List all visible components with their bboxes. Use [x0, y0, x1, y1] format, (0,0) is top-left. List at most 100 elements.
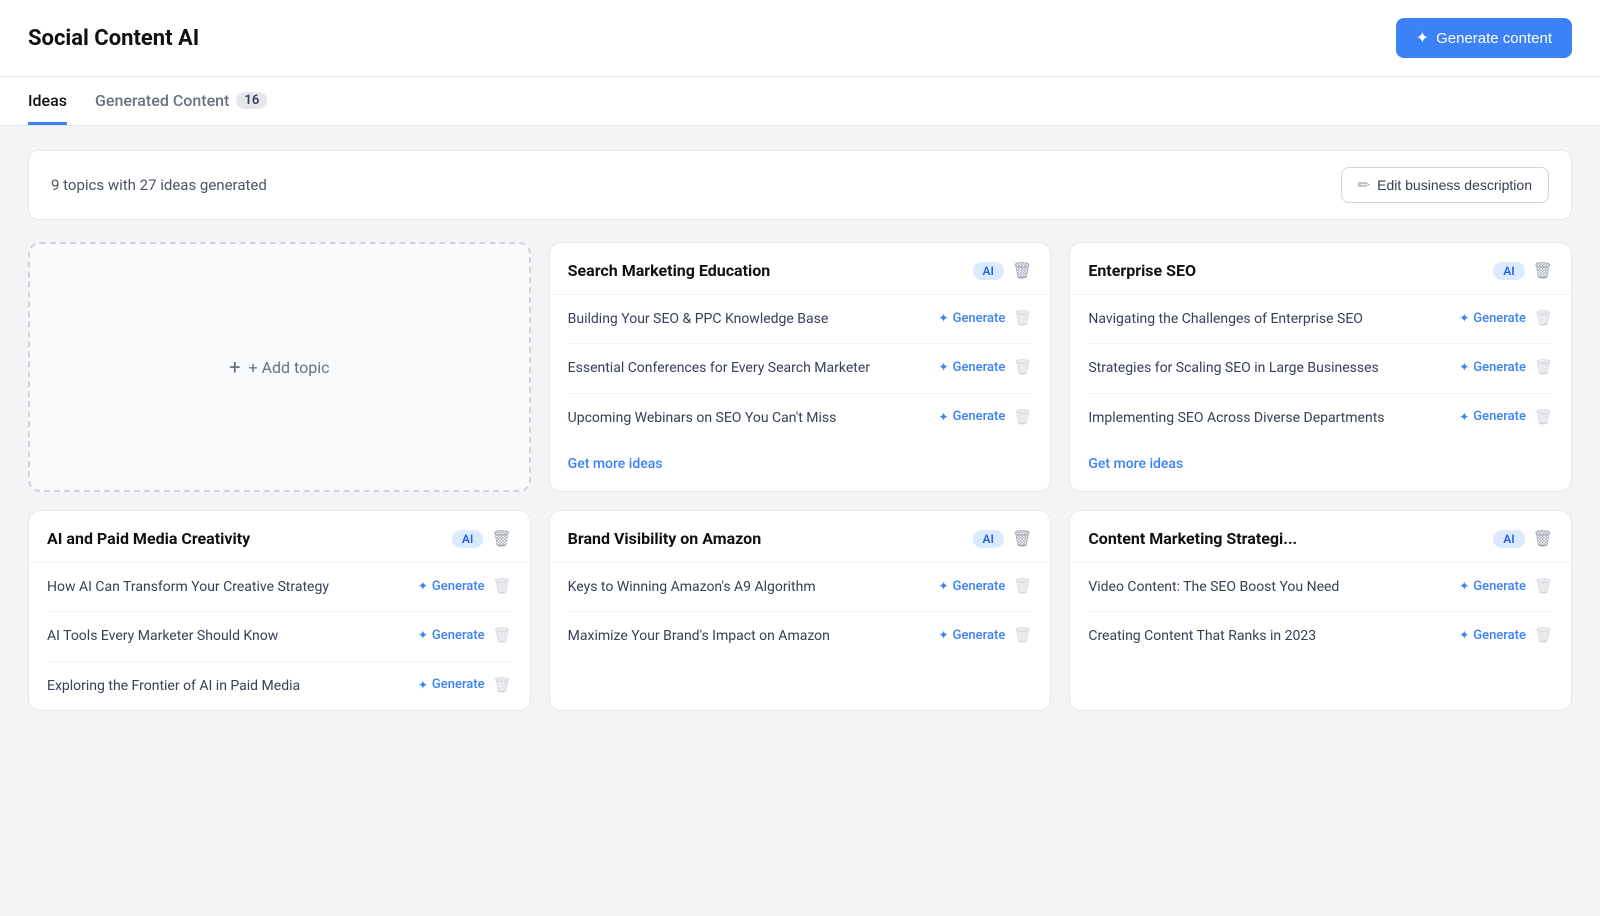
card-ai-paid-media: AI and Paid Media Creativity AI 🗑 How AI… — [28, 510, 531, 711]
generate-button[interactable]: ✦ Generate — [1459, 311, 1526, 326]
generate-content-button[interactable]: ✦ Generate content — [1396, 18, 1572, 58]
item-actions: ✦ Generate 🗑 — [939, 577, 1033, 595]
item-text: Maximize Your Brand's Impact on Amazon — [568, 626, 929, 646]
card-search-marketing-title: Search Marketing Education — [568, 261, 973, 280]
ai-badge: AI — [973, 530, 1004, 548]
tab-generated[interactable]: Generated Content 16 — [95, 77, 267, 125]
spark-icon: ✦ — [418, 579, 428, 593]
item-actions: ✦ Generate 🗑 — [1459, 626, 1553, 644]
delete-item-icon[interactable]: 🗑 — [1534, 358, 1553, 376]
item-actions: ✦ Generate 🗑 — [418, 676, 512, 694]
edit-business-description-button[interactable]: ✏ Edit business description — [1341, 167, 1549, 203]
item-text: AI Tools Every Marketer Should Know — [47, 626, 408, 646]
cards-grid: + + Add topic Search Marketing Education… — [28, 242, 1572, 711]
generate-button[interactable]: ✦ Generate — [939, 311, 1006, 326]
item-text: Keys to Winning Amazon's A9 Algorithm — [568, 577, 929, 597]
spark-icon: ✦ — [1416, 28, 1429, 48]
delete-card-icon[interactable]: 🗑 — [1533, 261, 1553, 280]
delete-item-icon[interactable]: 🗑 — [1534, 626, 1553, 644]
card-search-marketing: Search Marketing Education AI 🗑 Building… — [549, 242, 1052, 492]
add-topic-text: + Add topic — [249, 358, 330, 377]
delete-item-icon[interactable]: 🗑 — [1013, 408, 1032, 426]
generate-button[interactable]: ✦ Generate — [939, 579, 1006, 594]
spark-icon: ✦ — [939, 628, 949, 642]
list-item: Creating Content That Ranks in 2023 ✦ Ge… — [1088, 612, 1553, 660]
delete-item-icon[interactable]: 🗑 — [493, 577, 512, 595]
spark-icon: ✦ — [939, 579, 949, 593]
delete-card-icon[interactable]: 🗑 — [1012, 261, 1032, 280]
get-more-ideas-button[interactable]: Get more ideas — [550, 442, 1051, 490]
list-item: Navigating the Challenges of Enterprise … — [1088, 295, 1553, 344]
header: Social Content AI ✦ Generate content — [0, 0, 1600, 77]
item-actions: ✦ Generate 🗑 — [418, 577, 512, 595]
add-topic-label: + + Add topic — [229, 355, 329, 379]
list-item: Strategies for Scaling SEO in Large Busi… — [1088, 344, 1553, 393]
card-enterprise-seo: Enterprise SEO AI 🗑 Navigating the Chall… — [1069, 242, 1572, 492]
card-content-marketing-title: Content Marketing Strategi... — [1088, 529, 1493, 548]
item-actions: ✦ Generate 🗑 — [1459, 358, 1553, 376]
summary-text: 9 topics with 27 ideas generated — [51, 176, 267, 194]
item-text: Building Your SEO & PPC Knowledge Base — [568, 309, 929, 329]
delete-item-icon[interactable]: 🗑 — [1534, 309, 1553, 327]
item-text: How AI Can Transform Your Creative Strat… — [47, 577, 408, 597]
delete-item-icon[interactable]: 🗑 — [493, 676, 512, 694]
edit-btn-label: Edit business description — [1377, 177, 1532, 193]
item-text: Exploring the Frontier of AI in Paid Med… — [47, 676, 408, 696]
spark-icon: ✦ — [939, 311, 949, 325]
delete-card-icon[interactable]: 🗑 — [1533, 529, 1553, 548]
delete-item-icon[interactable]: 🗑 — [1534, 408, 1553, 426]
card-ai-paid-media-title: AI and Paid Media Creativity — [47, 529, 452, 548]
delete-card-icon[interactable]: 🗑 — [491, 529, 511, 548]
tab-generated-badge: 16 — [236, 92, 267, 109]
tab-ideas[interactable]: Ideas — [28, 77, 67, 125]
generate-button[interactable]: ✦ Generate — [939, 628, 1006, 643]
card-brand-visibility-title: Brand Visibility on Amazon — [568, 529, 973, 548]
generate-button[interactable]: ✦ Generate — [1459, 360, 1526, 375]
card-content-marketing-actions: AI 🗑 — [1493, 529, 1553, 548]
delete-item-icon[interactable]: 🗑 — [493, 626, 512, 644]
card-enterprise-seo-title: Enterprise SEO — [1088, 261, 1493, 280]
delete-item-icon[interactable]: 🗑 — [1013, 358, 1032, 376]
delete-item-icon[interactable]: 🗑 — [1013, 309, 1032, 327]
generate-button[interactable]: ✦ Generate — [1459, 409, 1526, 424]
generate-button[interactable]: ✦ Generate — [1459, 579, 1526, 594]
tab-ideas-label: Ideas — [28, 91, 67, 110]
card-search-marketing-items: Building Your SEO & PPC Knowledge Base ✦… — [550, 295, 1051, 442]
delete-item-icon[interactable]: 🗑 — [1013, 626, 1032, 644]
spark-icon: ✦ — [1459, 410, 1469, 424]
card-enterprise-seo-actions: AI 🗑 — [1493, 261, 1553, 280]
card-content-marketing-items: Video Content: The SEO Boost You Need ✦ … — [1070, 563, 1571, 661]
get-more-ideas-button[interactable]: Get more ideas — [1070, 442, 1571, 490]
item-text: Creating Content That Ranks in 2023 — [1088, 626, 1449, 646]
item-text: Strategies for Scaling SEO in Large Busi… — [1088, 358, 1449, 378]
generate-btn-label: Generate content — [1436, 30, 1552, 47]
spark-icon: ✦ — [418, 678, 428, 692]
delete-item-icon[interactable]: 🗑 — [1534, 577, 1553, 595]
item-actions: ✦ Generate 🗑 — [939, 408, 1033, 426]
list-item: Essential Conferences for Every Search M… — [568, 344, 1033, 393]
list-item: Maximize Your Brand's Impact on Amazon ✦… — [568, 612, 1033, 660]
card-search-marketing-header: Search Marketing Education AI 🗑 — [550, 243, 1051, 295]
list-item: AI Tools Every Marketer Should Know ✦ Ge… — [47, 612, 512, 661]
card-enterprise-seo-header: Enterprise SEO AI 🗑 — [1070, 243, 1571, 295]
spark-icon: ✦ — [939, 360, 949, 374]
generate-button[interactable]: ✦ Generate — [1459, 628, 1526, 643]
ai-badge: AI — [1493, 530, 1524, 548]
card-search-marketing-actions: AI 🗑 — [973, 261, 1033, 280]
add-topic-card[interactable]: + + Add topic — [28, 242, 531, 492]
generate-button[interactable]: ✦ Generate — [939, 360, 1006, 375]
list-item: Implementing SEO Across Diverse Departme… — [1088, 394, 1553, 442]
generate-button[interactable]: ✦ Generate — [418, 677, 485, 692]
ai-badge: AI — [973, 262, 1004, 280]
spark-icon: ✦ — [1459, 628, 1469, 642]
generate-button[interactable]: ✦ Generate — [418, 628, 485, 643]
delete-card-icon[interactable]: 🗑 — [1012, 529, 1032, 548]
delete-item-icon[interactable]: 🗑 — [1013, 577, 1032, 595]
card-brand-visibility-actions: AI 🗑 — [973, 529, 1033, 548]
tab-generated-label: Generated Content — [95, 91, 229, 110]
generate-button[interactable]: ✦ Generate — [418, 579, 485, 594]
generate-button[interactable]: ✦ Generate — [939, 409, 1006, 424]
list-item: Video Content: The SEO Boost You Need ✦ … — [1088, 563, 1553, 612]
spark-icon: ✦ — [1459, 579, 1469, 593]
ai-badge: AI — [1493, 262, 1524, 280]
